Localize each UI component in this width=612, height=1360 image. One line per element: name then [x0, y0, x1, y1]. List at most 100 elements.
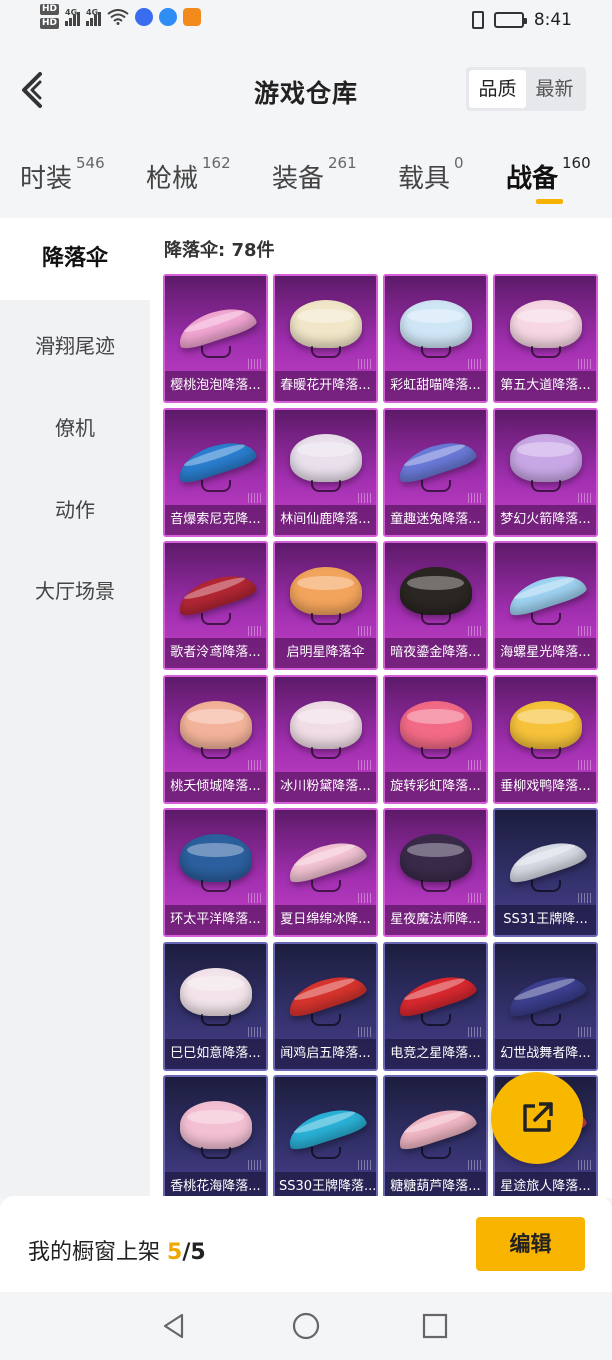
parachute-card[interactable]: 糖糖葫芦降落... [383, 1075, 488, 1198]
parachute-image [509, 700, 582, 749]
parachute-card[interactable]: 垂柳戏鸭降落... [493, 674, 598, 804]
tab-weapons[interactable]: 枪械162 [146, 154, 231, 195]
parachute-name: 环太平洋降落... [165, 905, 266, 935]
parachute-name: 旋转彩虹降落... [385, 771, 486, 802]
tab-label: 载具 [398, 164, 451, 194]
parachute-cords [530, 479, 561, 492]
card-decoration [358, 1026, 372, 1037]
parachute-image [289, 700, 362, 749]
parachute-card[interactable]: 音爆索尼克降... [163, 407, 268, 537]
parachute-card[interactable]: 第五大道降落... [493, 274, 598, 403]
tab-readiness[interactable]: 战备160 [506, 154, 591, 195]
tab-count: 261 [328, 154, 357, 172]
card-decoration [358, 626, 372, 636]
parachute-name: 彩虹甜喵降落... [385, 371, 486, 401]
parachute-card[interactable]: 启明星降落伞 [273, 541, 378, 670]
parachute-card[interactable]: 香桃花海降落... [163, 1075, 268, 1198]
parachute-cords [310, 479, 341, 492]
parachute-cords [200, 613, 231, 625]
parachute-cords [530, 613, 561, 625]
parachute-cords [310, 1013, 341, 1026]
parachute-name: 冰川粉黛降落... [275, 771, 376, 802]
card-decoration [468, 1160, 482, 1170]
parachute-card[interactable]: 歌者泠鸢降落... [163, 541, 268, 670]
tab-label: 装备 [272, 164, 325, 194]
sidebar-item-glide-trail[interactable]: 滑翔尾迹 [0, 330, 150, 359]
parachute-image [283, 834, 368, 886]
parachute-name: 桃夭倾城降落... [165, 771, 266, 802]
parachute-image [399, 567, 472, 615]
sidebar-item-parachute[interactable]: 降落伞 [0, 218, 150, 300]
system-nav-bar [0, 1292, 612, 1360]
sort-newest-button[interactable]: 最新 [526, 70, 583, 108]
sidebar-item-wingman[interactable]: 僚机 [0, 412, 150, 441]
parachute-card[interactable]: 樱桃泡泡降落... [163, 274, 268, 403]
parachute-card[interactable]: 春暖花开降落... [273, 274, 378, 403]
category-tabs: 时装546 枪械162 装备261 载具0 战备160 [0, 150, 612, 216]
sort-toggle[interactable]: 品质 最新 [466, 67, 586, 111]
tab-equipment[interactable]: 装备261 [272, 154, 357, 195]
status-left: HD HD 4G 4G [40, 4, 202, 29]
parachute-name: 巳巳如意降落... [165, 1038, 266, 1069]
parachute-cords [310, 746, 341, 759]
card-decoration [578, 359, 592, 369]
parachute-card[interactable]: 暗夜鎏金降落... [383, 541, 488, 670]
card-decoration [248, 1160, 262, 1170]
parachute-card[interactable]: SS30王牌降落... [273, 1075, 378, 1198]
status-right: 8:41 [471, 10, 572, 30]
nav-back-icon[interactable] [160, 1312, 188, 1340]
card-decoration [358, 893, 372, 903]
tab-vehicles[interactable]: 载具0 [398, 154, 464, 195]
share-button[interactable] [491, 1072, 583, 1164]
parachute-card[interactable]: 童趣迷兔降落... [383, 407, 488, 537]
parachute-card[interactable]: 彩虹甜喵降落... [383, 274, 488, 403]
parachute-cords [420, 346, 451, 358]
card-decoration [358, 1160, 372, 1170]
parachute-card[interactable]: 电竞之星降落... [383, 941, 488, 1071]
parachute-cords [310, 613, 341, 625]
parachute-cords [530, 1013, 561, 1026]
vibrate-icon [471, 11, 484, 29]
parachute-card[interactable]: 幻世战舞者降... [493, 941, 598, 1071]
parachute-image [179, 1101, 252, 1149]
parachute-card[interactable]: 梦幻火箭降落... [493, 407, 598, 537]
card-decoration [248, 893, 262, 903]
parachute-image [179, 700, 252, 749]
card-decoration [468, 1026, 482, 1037]
card-decoration [468, 759, 482, 770]
card-decoration [578, 626, 592, 636]
parachute-cords [530, 346, 561, 358]
nav-home-icon[interactable] [292, 1312, 320, 1340]
showcase-current: 5 [167, 1240, 183, 1265]
parachute-image [503, 834, 588, 886]
card-decoration [578, 893, 592, 903]
tab-label: 战备 [506, 164, 559, 194]
parachute-card[interactable]: 星夜魔法师降... [383, 808, 488, 937]
bottom-bar: 我的橱窗上架 5/5 编辑 [0, 1196, 612, 1292]
nav-recents-icon[interactable] [421, 1312, 449, 1340]
parachute-image [283, 967, 368, 1020]
parachute-card[interactable]: 巳巳如意降落... [163, 941, 268, 1071]
video-app-icon [183, 7, 202, 26]
card-decoration [358, 359, 372, 369]
tab-fashion[interactable]: 时装546 [20, 154, 105, 195]
card-decoration [468, 359, 482, 369]
parachute-card[interactable]: 环太平洋降落... [163, 808, 268, 937]
parachute-card[interactable]: 闻鸡启五降落... [273, 941, 378, 1071]
hd-badge: HD [40, 18, 60, 29]
parachute-card[interactable]: 夏日绵绵冰降... [273, 808, 378, 937]
parachute-name: 樱桃泡泡降落... [165, 371, 266, 401]
parachute-card[interactable]: 海螺星光降落... [493, 541, 598, 670]
parachute-card[interactable]: 旋转彩虹降落... [383, 674, 488, 804]
parachute-card[interactable]: SS31王牌降... [493, 808, 598, 937]
edit-button[interactable]: 编辑 [476, 1217, 585, 1271]
sort-quality-button[interactable]: 品质 [469, 70, 526, 108]
sidebar: 降落伞 滑翔尾迹 僚机 动作 大厅场景 [0, 218, 150, 1198]
parachute-card[interactable]: 桃夭倾城降落... [163, 674, 268, 804]
sidebar-item-lobby-scene[interactable]: 大厅场景 [0, 575, 150, 604]
tab-count: 0 [454, 154, 464, 172]
parachute-image [289, 433, 362, 482]
parachute-card[interactable]: 冰川粉黛降落... [273, 674, 378, 804]
parachute-card[interactable]: 林间仙鹿降落... [273, 407, 378, 537]
sidebar-item-emote[interactable]: 动作 [0, 494, 150, 523]
